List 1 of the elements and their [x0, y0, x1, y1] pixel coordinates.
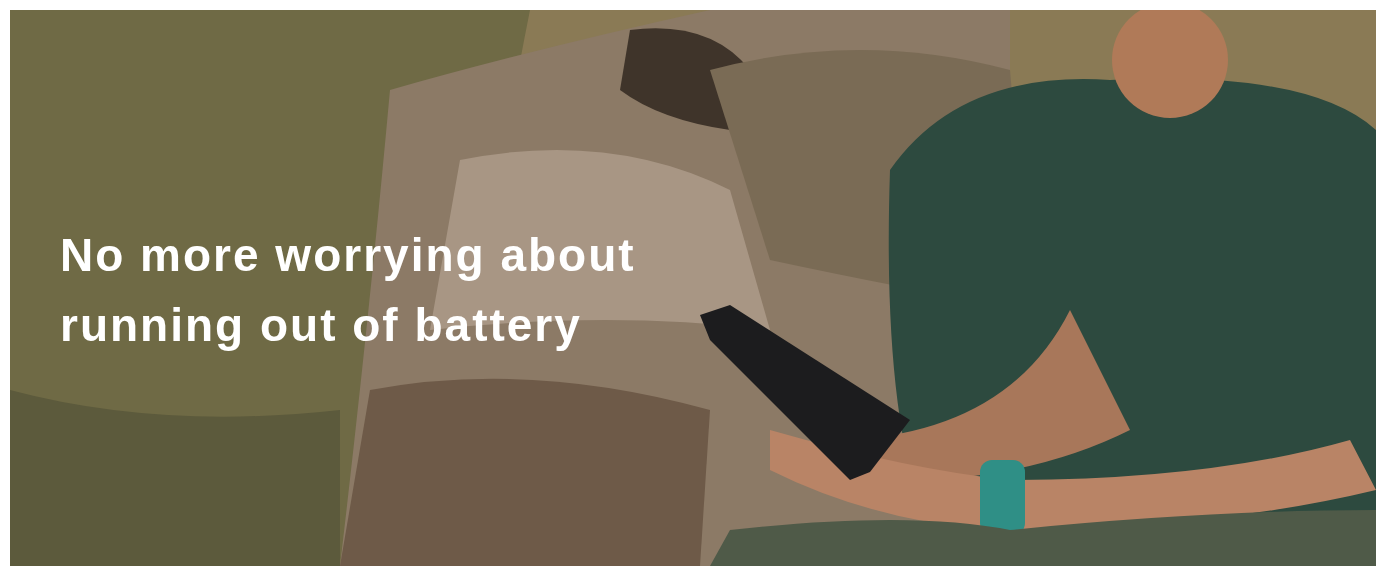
headline: No more worrying about running out of battery — [60, 228, 637, 353]
